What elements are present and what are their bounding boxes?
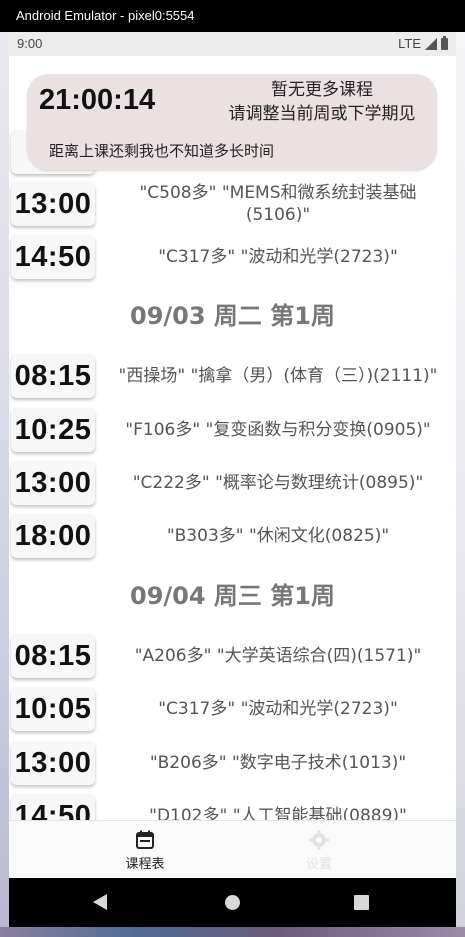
course-text: "C317多" "波动和光学(2723)"	[158, 247, 398, 267]
course-text: "C317多" "波动和光学(2723)"	[158, 699, 398, 719]
phone-screen: 9:00 LTE 1 13:00 "C508多" "MEMS和微系统封装基础(5…	[9, 32, 456, 927]
course-text: "西操场" "擒拿（男）(体育（三）)(2111)"	[118, 366, 438, 386]
nav-settings[interactable]: 设置	[239, 821, 399, 879]
schedule-row[interactable]: 10:25 "F106多" "复变函数与积分变换(0905)"	[9, 406, 456, 454]
battery-icon	[441, 35, 448, 50]
status-bar: 9:00 LTE	[9, 32, 456, 56]
schedule-row[interactable]: 13:00 "C222多" "概率论与数理统计(0895)"	[9, 459, 456, 507]
window-title: Android Emulator - pixel0:5554	[16, 8, 195, 23]
schedule-row[interactable]: 14:50 "C317多" "波动和光学(2723)"	[9, 233, 456, 281]
window-titlebar: Android Emulator - pixel0:5554	[0, 0, 465, 32]
schedule-row[interactable]: 13:00 "B206多" "数字电子技术(1013)"	[9, 739, 456, 787]
schedule-row[interactable]: 18:00 "B303多" "休闲文化(0825)"	[9, 512, 456, 560]
day-header: 09/04 周三 第1周	[130, 582, 335, 610]
no-more-courses-message: 暂无更多课程 请调整当前周或下学期见	[217, 78, 427, 126]
time-chip: 14:50	[11, 794, 95, 820]
time-chip: 14:50	[11, 235, 95, 279]
time-chip-label: 08:15	[14, 359, 92, 392]
course-text: "C222多" "概率论与数理统计(0895)"	[132, 473, 424, 493]
time-chip-label: 18:00	[14, 519, 92, 552]
time-chip-label: 14:50	[14, 240, 92, 273]
class-countdown: 距离上课还剩我也不知道多长时间	[49, 142, 275, 160]
time-chip-label: 13:00	[14, 466, 92, 499]
time-chip: 13:00	[11, 741, 95, 785]
no-more-line-2: 请调整当前周或下学期见	[228, 104, 416, 124]
course-text: "B303多" "休闲文化(0825)"	[166, 526, 390, 546]
schedule-row[interactable]: 14:50 "D102多" "人工智能基础(0889)"	[9, 792, 456, 820]
back-triangle-icon[interactable]	[93, 894, 107, 910]
time-chip-label: 10:05	[14, 692, 92, 725]
time-chip: 18:00	[11, 514, 95, 558]
status-indicators: LTE	[398, 35, 448, 51]
desktop-background-bottom	[0, 927, 465, 937]
time-chip-label: 08:15	[14, 639, 92, 672]
status-time: 9:00	[17, 36, 43, 51]
schedule-row[interactable]: 10:05 "C317多" "波动和光学(2723)"	[9, 685, 456, 733]
nav-settings-label: 设置	[305, 856, 332, 872]
course-text: "B206多" "数字电子技术(1013)"	[149, 753, 407, 773]
recent-square-icon[interactable]	[354, 895, 369, 910]
time-chip-label: 13:00	[14, 746, 92, 779]
course-text: "A206多" "大学英语综合(四)(1571)"	[134, 646, 422, 666]
time-chip-label: 10:25	[14, 413, 92, 446]
time-chip-label: 13:00	[14, 187, 92, 220]
nav-schedule[interactable]: 课程表	[65, 821, 225, 879]
course-text: "D102多" "人工智能基础(0889)"	[149, 806, 407, 820]
system-navigation-bar	[9, 878, 456, 927]
time-chip: 13:00	[11, 182, 95, 226]
schedule-row[interactable]: 08:15 "A206多" "大学英语综合(四)(1571)"	[9, 632, 456, 680]
bottom-navigation: 课程表 设置	[9, 820, 456, 879]
schedule-row[interactable]: 08:15 "西操场" "擒拿（男）(体育（三）)(2111)"	[9, 352, 456, 400]
schedule-row[interactable]: 13:00 "C508多" "MEMS和微系统封装基础(5106)"	[9, 180, 456, 228]
desktop-background-right	[456, 32, 465, 937]
nav-schedule-label: 课程表	[125, 856, 165, 872]
calendar-icon	[136, 830, 154, 849]
time-chip-label: 14:50	[14, 799, 92, 821]
time-chip: 08:15	[11, 354, 95, 398]
time-chip: 10:25	[11, 408, 95, 452]
network-type: LTE	[398, 36, 421, 51]
schedule-list[interactable]: 1 13:00 "C508多" "MEMS和微系统封装基础(5106)" 14:…	[9, 56, 456, 820]
current-clock: 21:00:14	[39, 84, 156, 116]
time-chip: 08:15	[11, 634, 95, 678]
course-text: "C508多" "MEMS和微系统封装基础(5106)"	[139, 183, 417, 225]
current-status-card: 21:00:14 暂无更多课程 请调整当前周或下学期见 距离上课还剩我也不知道多…	[27, 74, 437, 170]
time-chip: 13:00	[11, 461, 95, 505]
day-header: 09/03 周二 第1周	[130, 302, 335, 330]
home-circle-icon[interactable]	[225, 895, 240, 910]
gear-icon	[309, 829, 329, 850]
no-more-line-1: 暂无更多课程	[271, 80, 373, 100]
signal-icon	[425, 37, 437, 50]
course-text: "F106多" "复变函数与积分变换(0905)"	[125, 420, 431, 440]
emulator-window: Android Emulator - pixel0:5554 9:00 LTE …	[0, 0, 465, 937]
time-chip: 10:05	[11, 687, 95, 731]
